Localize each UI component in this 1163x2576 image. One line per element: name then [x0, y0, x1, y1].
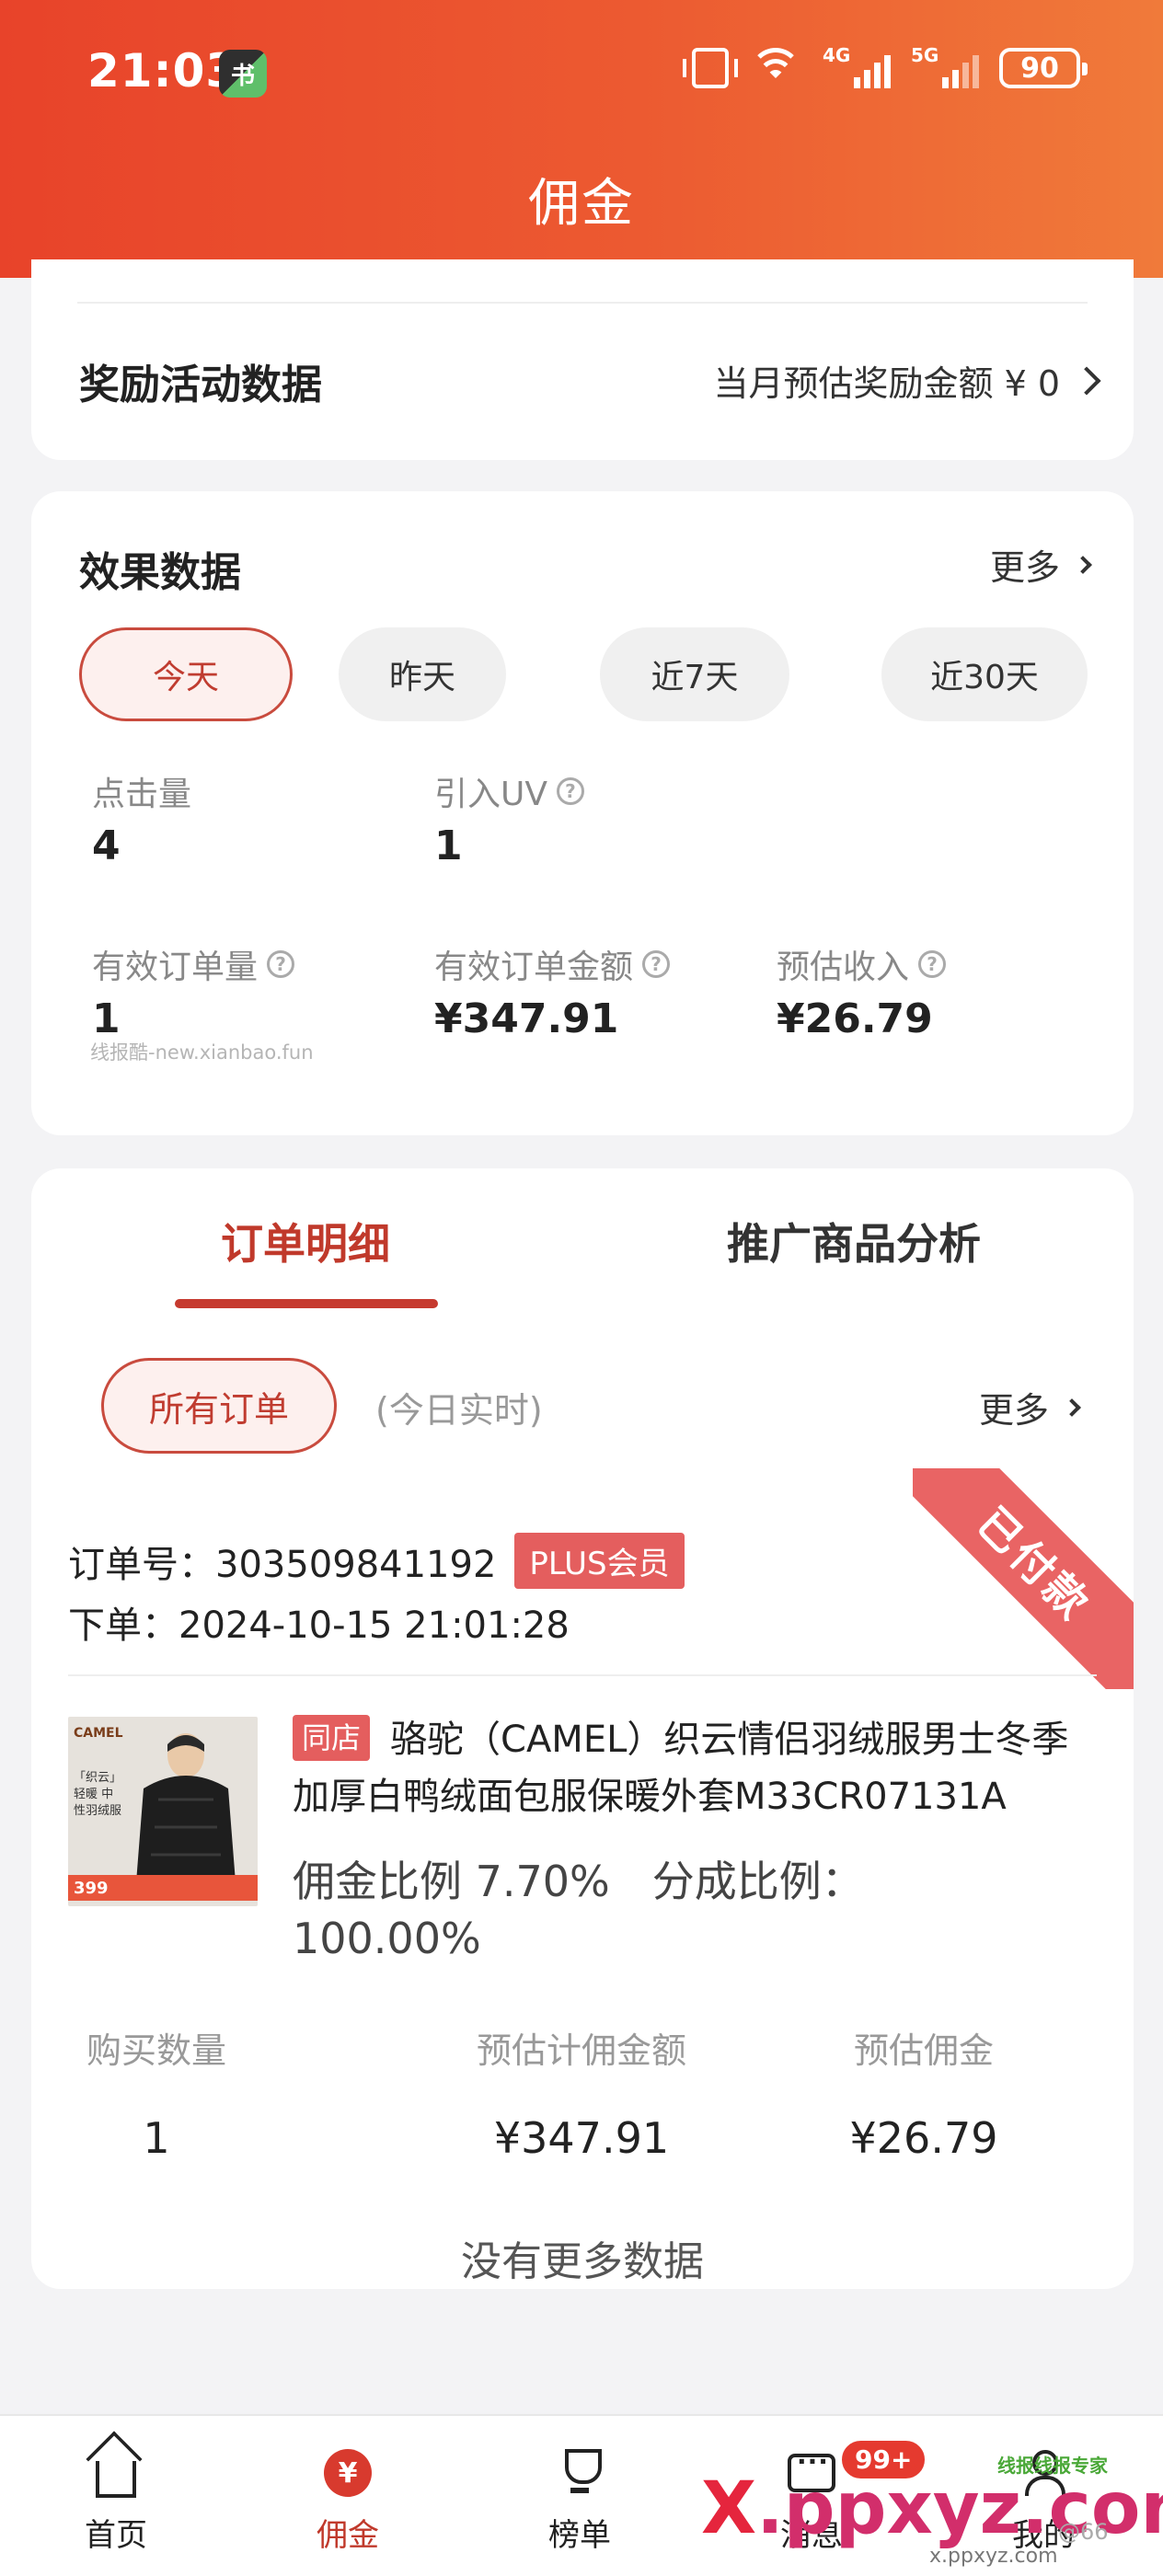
divider	[68, 1674, 1097, 1676]
column-label: 预估计佣金额	[476, 2030, 686, 2071]
reward-card[interactable]: 奖励活动数据 当月预估奖励金额 ¥ 0	[31, 259, 1134, 460]
chevron-right-icon	[1063, 1397, 1081, 1417]
column-estimated-commission: 预估佣金 ¥26.79	[749, 2022, 1099, 2163]
column-value: ¥26.79	[849, 2113, 998, 2163]
column-quantity: 购买数量 1	[0, 2022, 331, 2163]
column-label: 预估佣金	[853, 2030, 994, 2071]
status-time: 21:03	[87, 44, 239, 98]
chevron-right-icon	[1072, 365, 1101, 396]
product-model-image	[136, 1733, 236, 1882]
watermark-user: @66	[1058, 2519, 1109, 2545]
same-shop-badge: 同店	[293, 1715, 371, 1761]
range-today[interactable]: 今天	[79, 627, 293, 721]
order-card: 订单明细 推广商品分析 所有订单 (今日实时) 更多 已付款 订单号：30350…	[31, 1168, 1134, 2289]
stat-income-value: ¥26.79	[777, 995, 933, 1042]
yen-icon: ¥	[324, 2449, 372, 2497]
nav-label: 佣金	[317, 2517, 379, 2554]
signal-4g-icon: 4G	[823, 44, 891, 88]
commission-info: 佣金比例 7.70% 分成比例：100.00%	[293, 1853, 1084, 1967]
tab-product-analysis[interactable]: 推广商品分析	[727, 1211, 981, 1271]
home-icon	[96, 2461, 136, 2498]
column-value: 1	[143, 2113, 170, 2163]
plus-member-badge: PLUS会员	[514, 1533, 685, 1589]
help-icon[interactable]: ?	[556, 777, 584, 805]
more-label: 更多	[978, 1390, 1049, 1431]
nav-ranking[interactable]: 榜单	[515, 2449, 644, 2555]
stat-orders-value: 1	[92, 995, 121, 1042]
product-title: 骆驼（CAMEL）织云情侣羽绒服男士冬季加厚白鸭绒面包服保暖外套M33CR071…	[293, 1719, 1069, 1818]
help-icon[interactable]: ?	[267, 950, 295, 978]
filter-all-orders[interactable]: 所有订单	[101, 1358, 337, 1454]
order-time: 下单：2024-10-15 21:01:28	[68, 1604, 570, 1647]
stat-clicks-value: 4	[92, 822, 121, 869]
realtime-label: (今日实时)	[375, 1390, 543, 1431]
watermark-text: 线报酷-new.xianbao.fun	[90, 1041, 314, 1064]
stat-amount-value: ¥347.91	[434, 995, 619, 1042]
column-value: ¥347.91	[493, 2113, 670, 2163]
app-notification-icon: 书	[219, 50, 267, 98]
thumb-caption: 「织云」轻暖 中性羽绒服	[74, 1771, 122, 1818]
column-label: 购买数量	[86, 2030, 226, 2071]
effect-more-link[interactable]: 更多	[989, 539, 1092, 590]
stat-uv-label: 引入UV ?	[434, 767, 584, 815]
stat-income-label: 预估收入 ?	[777, 940, 947, 988]
range-yesterday[interactable]: 昨天	[339, 627, 506, 721]
order-number-row: 订单号：303509841192 PLUS会员	[68, 1533, 685, 1589]
order-number: 订单号：303509841192	[68, 1543, 497, 1586]
watermark-url: x.ppxyz.com	[929, 2545, 1058, 2568]
reward-title: 奖励活动数据	[79, 362, 322, 408]
battery-icon: 90	[999, 48, 1088, 88]
status-bar: 21:03 书 4G 5G 90	[0, 0, 1163, 147]
app-header: 21:03 书 4G 5G 90 佣金	[0, 0, 1163, 278]
reward-summary: 当月预估奖励金额 ¥ 0	[713, 363, 1060, 404]
commission-rate: 佣金比例 7.70%	[293, 1857, 610, 1906]
wifi-icon	[749, 48, 802, 88]
vibrate-icon	[683, 48, 738, 88]
thumb-brand: CAMEL	[74, 1726, 123, 1741]
thumb-price: 399	[68, 1875, 258, 1901]
reward-summary-link[interactable]: 当月预估奖励金额 ¥ 0	[713, 355, 1101, 406]
nav-commission[interactable]: ¥ 佣金	[283, 2449, 412, 2555]
stat-amount-label: 有效订单金额 ?	[434, 940, 671, 988]
trophy-icon	[556, 2449, 604, 2497]
signal-5g-icon: 5G	[911, 44, 979, 88]
order-more-link[interactable]: 更多	[978, 1382, 1081, 1432]
chevron-right-icon	[1074, 555, 1092, 574]
help-icon[interactable]: ?	[918, 950, 947, 978]
nav-label: 榜单	[548, 2517, 611, 2554]
tab-underline	[175, 1299, 438, 1308]
product-title-block[interactable]: 同店 骆驼（CAMEL）织云情侣羽绒服男士冬季加厚白鸭绒面包服保暖外套M33CR0…	[293, 1711, 1102, 1825]
stat-orders-label: 有效订单量 ?	[92, 940, 295, 988]
no-more-data: 没有更多数据	[461, 2238, 704, 2285]
divider	[77, 302, 1088, 304]
product-thumbnail[interactable]: CAMEL 「织云」轻暖 中性羽绒服 399	[68, 1717, 258, 1906]
stat-clicks-label: 点击量	[92, 776, 192, 813]
help-icon[interactable]: ?	[642, 950, 671, 978]
status-icons: 4G 5G 90	[683, 44, 1088, 88]
status-badge: 已付款	[913, 1468, 1134, 1689]
nav-home[interactable]: 首页	[52, 2449, 180, 2555]
effect-card: 效果数据 更多 今天 昨天 近7天 近30天 点击量 4 引入UV ? 1 有效…	[31, 491, 1134, 1135]
status-ribbon: 已付款	[913, 1468, 1134, 1689]
column-commission-base: 预估计佣金额 ¥347.91	[407, 2022, 756, 2163]
stat-uv-value: 1	[434, 822, 463, 869]
range-30days[interactable]: 近30天	[881, 627, 1088, 721]
tab-order-detail[interactable]: 订单明细	[221, 1211, 390, 1271]
nav-label: 首页	[85, 2517, 147, 2554]
page-title: 佣金	[528, 174, 635, 234]
effect-title: 效果数据	[79, 549, 241, 596]
range-7days[interactable]: 近7天	[600, 627, 789, 721]
more-label: 更多	[989, 547, 1060, 588]
